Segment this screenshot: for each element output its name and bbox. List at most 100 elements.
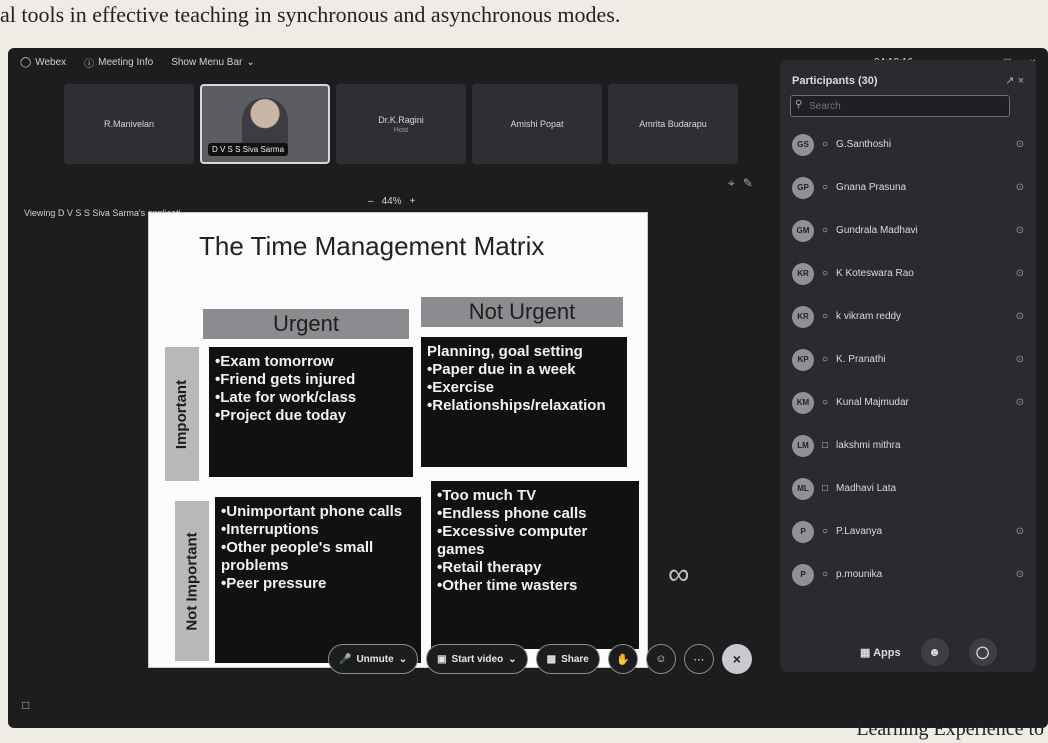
avatar: P [792, 563, 814, 586]
annotate-icon[interactable]: ✎ [743, 176, 753, 191]
list-item[interactable]: ML □ Madhavi Lata [780, 467, 1036, 510]
avatar: GM [792, 219, 814, 242]
search-wrap: ⚲ [780, 95, 1036, 123]
list-item[interactable]: KR ○ k vikram reddy ⊙ [780, 295, 1036, 338]
participant-name: k vikram reddy [836, 311, 902, 322]
row-header-not-important-text: Not Important [183, 531, 201, 631]
avatar: LM [792, 434, 814, 457]
participant-name: p.mounika [836, 569, 883, 580]
muted-icon: ⊙ [1015, 268, 1024, 279]
mic-icon: ○ [822, 225, 829, 236]
cell-important-urgent: •Exam tomorrow •Friend gets injured •Lat… [209, 347, 413, 477]
webex-brand[interactable]: ◯ Webex [20, 57, 66, 68]
thumbnail-name: D V S S Siva Sarma [208, 143, 289, 156]
list-item[interactable]: GS ○ G.Santhoshi ⊙ [780, 123, 1036, 166]
zoom-out-button[interactable]: – [368, 196, 374, 207]
list-item[interactable]: GP ○ Gnana Prasuna ⊙ [780, 166, 1036, 209]
share-label: Share [561, 653, 589, 665]
participants-footer: ▦ Apps ☻ ◯ [860, 638, 997, 666]
share-button[interactable]: ▩ Share [535, 644, 600, 674]
thumbnail-amrita-budarapu[interactable]: Amrita Budarapu [608, 84, 738, 164]
show-menu-bar-label: Show Menu Bar [171, 56, 243, 68]
webex-logo-icon: ◯ [20, 56, 32, 68]
row-header-important-text: Important [173, 379, 191, 449]
col-header-not-urgent: Not Urgent [421, 297, 623, 327]
chat-corner-icon[interactable]: □ [22, 698, 29, 712]
zoom-in-button[interactable]: + [410, 196, 416, 207]
chat-icon[interactable]: ◯ [968, 638, 997, 666]
shared-slide: The Time Management Matrix Urgent Not Ur… [148, 212, 648, 668]
mic-icon: ○ [822, 182, 829, 193]
thumbnail-r-manivelan[interactable]: R.Manivelan [64, 84, 194, 164]
participant-search-input[interactable] [790, 95, 1010, 117]
avatar: KM [792, 391, 814, 414]
participants-title[interactable]: Participants (30) [792, 75, 878, 87]
list-item[interactable]: KR ○ K Koteswara Rao ⊙ [780, 252, 1036, 295]
mic-icon: ○ [822, 268, 829, 279]
participant-name: K Koteswara Rao [836, 268, 914, 279]
popout-icon[interactable]: ↗ [1005, 75, 1014, 87]
meeting-controls: 🎤 Unmute ⌄ ▣ Start video ⌄ ▩ Share ✋ ☺ ⋯… [328, 644, 752, 674]
start-video-button[interactable]: ▣ Start video ⌄ [426, 644, 528, 674]
participant-name: Gnana Prasuna [836, 182, 907, 193]
muted-icon: ⊙ [1015, 311, 1024, 322]
thumbnail-dvss-siva-sarma[interactable]: D V S S Siva Sarma [200, 84, 330, 164]
thumbnail-amishi-popat[interactable]: Amishi Popat [472, 84, 602, 164]
thumbnail-name: Dr.K.Ragini [378, 114, 424, 125]
apps-button[interactable]: ▦ Apps [860, 646, 901, 659]
thumbnail-name: Amishi Popat [510, 119, 564, 129]
cell-not-important-urgent: •Unimportant phone calls •Interruptions … [215, 497, 421, 663]
panel-controls: ↗ × [1005, 74, 1024, 87]
muted-icon: ⊙ [1015, 354, 1024, 365]
participants-header: Participants (30) ↗ × [780, 60, 1036, 95]
meeting-info-button[interactable]: ⓘ Meeting Info [84, 55, 153, 70]
participant-name: Gundrala Madhavi [836, 225, 918, 236]
webex-window: ◯ Webex ⓘ Meeting Info Show Menu Bar ⌄ 0… [8, 48, 1048, 728]
leave-meeting-button[interactable]: × [721, 644, 752, 674]
list-item[interactable]: LM □ lakshmi mithra [780, 424, 1036, 467]
raise-hand-button[interactable]: ✋ [607, 644, 638, 674]
info-icon: ⓘ [84, 58, 95, 70]
muted-icon: ⊙ [1015, 182, 1024, 193]
search-icon: ⚲ [795, 99, 803, 110]
zoom-control: – 44% + [368, 196, 415, 207]
participant-name: K. Pranathi [836, 354, 886, 365]
list-item[interactable]: KM ○ Kunal Majmudar ⊙ [780, 381, 1036, 424]
show-menu-bar-button[interactable]: Show Menu Bar ⌄ [171, 57, 255, 68]
close-panel-icon[interactable]: × [1018, 75, 1024, 87]
mic-icon: ○ [822, 526, 829, 537]
unmute-label: Unmute [356, 653, 394, 665]
avatar: GP [792, 176, 814, 199]
participants-panel: Participants (30) ↗ × ⚲ GS ○ G.Santhoshi… [780, 60, 1036, 672]
muted-icon: ⊙ [1015, 397, 1024, 408]
unmute-button[interactable]: 🎤 Unmute ⌄ [328, 644, 419, 674]
avatar: KP [792, 348, 814, 371]
host-label: Host [393, 126, 409, 134]
muted-icon: ⊙ [1015, 569, 1024, 580]
participant-list: GS ○ G.Santhoshi ⊙ GP ○ Gnana Prasuna ⊙ … [780, 123, 1036, 596]
list-item[interactable]: GM ○ Gundrala Madhavi ⊙ [780, 209, 1036, 252]
list-item[interactable]: P ○ p.mounika ⊙ [780, 553, 1036, 596]
list-item[interactable]: KP ○ K. Pranathi ⊙ [780, 338, 1036, 381]
reactions-button[interactable]: ☺ [645, 644, 676, 674]
more-options-button[interactable]: ⋯ [683, 644, 714, 674]
list-item[interactable]: P ○ P.Lavanya ⊙ [780, 510, 1036, 553]
cell-not-important-not-urgent: •Too much TV •Endless phone calls •Exces… [431, 481, 639, 649]
mic-icon: ○ [822, 397, 829, 408]
zoom-level: 44% [381, 196, 402, 207]
participant-name: Kunal Majmudar [836, 397, 909, 408]
cell-important-not-urgent: Planning, goal setting •Paper due in a w… [421, 337, 627, 467]
thumbnail-name: Amrita Budarapu [639, 119, 707, 129]
avatar: P [792, 520, 814, 543]
pin-icon[interactable]: ⌖ [728, 176, 735, 191]
device-icon: □ [822, 483, 829, 494]
microphone-off-icon: 🎤 [339, 653, 352, 665]
apps-label: Apps [873, 646, 901, 659]
webex-label: Webex [35, 56, 67, 68]
participants-icon[interactable]: ☻ [920, 638, 949, 666]
thumbnail-dr-k-ragini[interactable]: Dr.K.Ragini Host [336, 84, 466, 164]
avatar: KR [792, 305, 814, 328]
chevron-down-icon: ⌄ [398, 653, 408, 665]
avatar: ML [792, 477, 814, 500]
row-header-important: Important [165, 347, 199, 481]
